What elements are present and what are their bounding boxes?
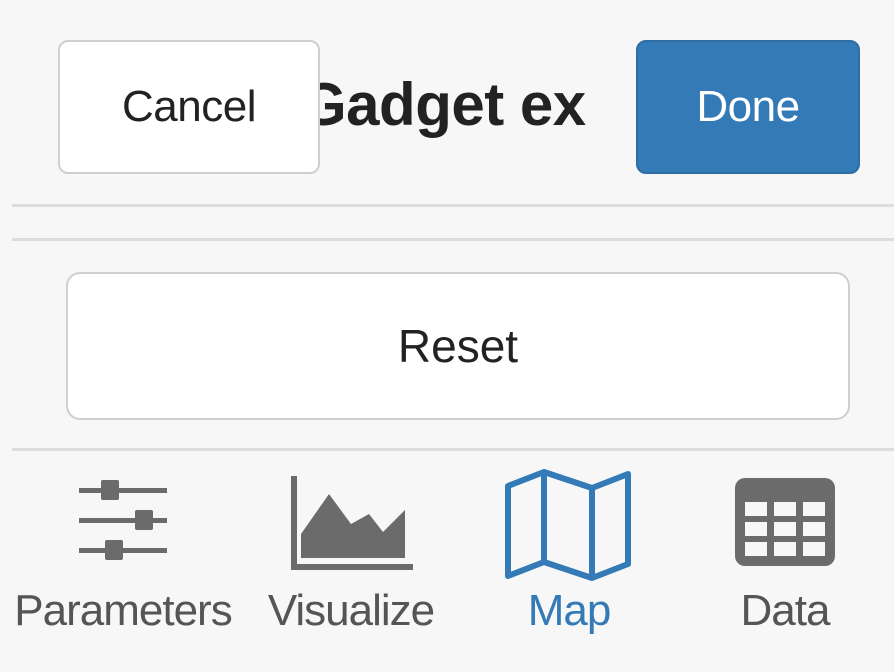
map-icon	[505, 469, 631, 581]
cancel-button[interactable]: Cancel	[58, 40, 320, 174]
header-divider	[12, 204, 894, 207]
tabbar-divider	[12, 448, 894, 451]
sliders-icon	[79, 480, 167, 560]
bottom-tab-bar: Parameters Visualize Map Data	[0, 452, 894, 672]
tab-data-label: Data	[740, 586, 831, 635]
tab-visualize[interactable]: Visualize	[226, 452, 476, 672]
tab-parameters[interactable]: Parameters	[0, 452, 246, 672]
page-title: Gadget ex	[300, 71, 586, 138]
tab-visualize-label: Visualize	[267, 586, 435, 635]
tab-map[interactable]: Map	[454, 452, 684, 672]
content-divider-top	[12, 238, 894, 241]
header-bar: Gadget ex Cancel Done	[0, 0, 894, 206]
gadget-editor-screen: Gadget ex Cancel Done Reset Parameters V…	[0, 0, 894, 672]
tab-data[interactable]: Data	[676, 452, 894, 672]
tab-parameters-label: Parameters	[14, 586, 232, 635]
table-icon	[735, 478, 835, 566]
reset-button[interactable]: Reset	[66, 272, 850, 420]
done-button[interactable]: Done	[636, 40, 860, 174]
tab-map-label: Map	[527, 586, 612, 635]
area-chart-icon	[291, 476, 413, 570]
